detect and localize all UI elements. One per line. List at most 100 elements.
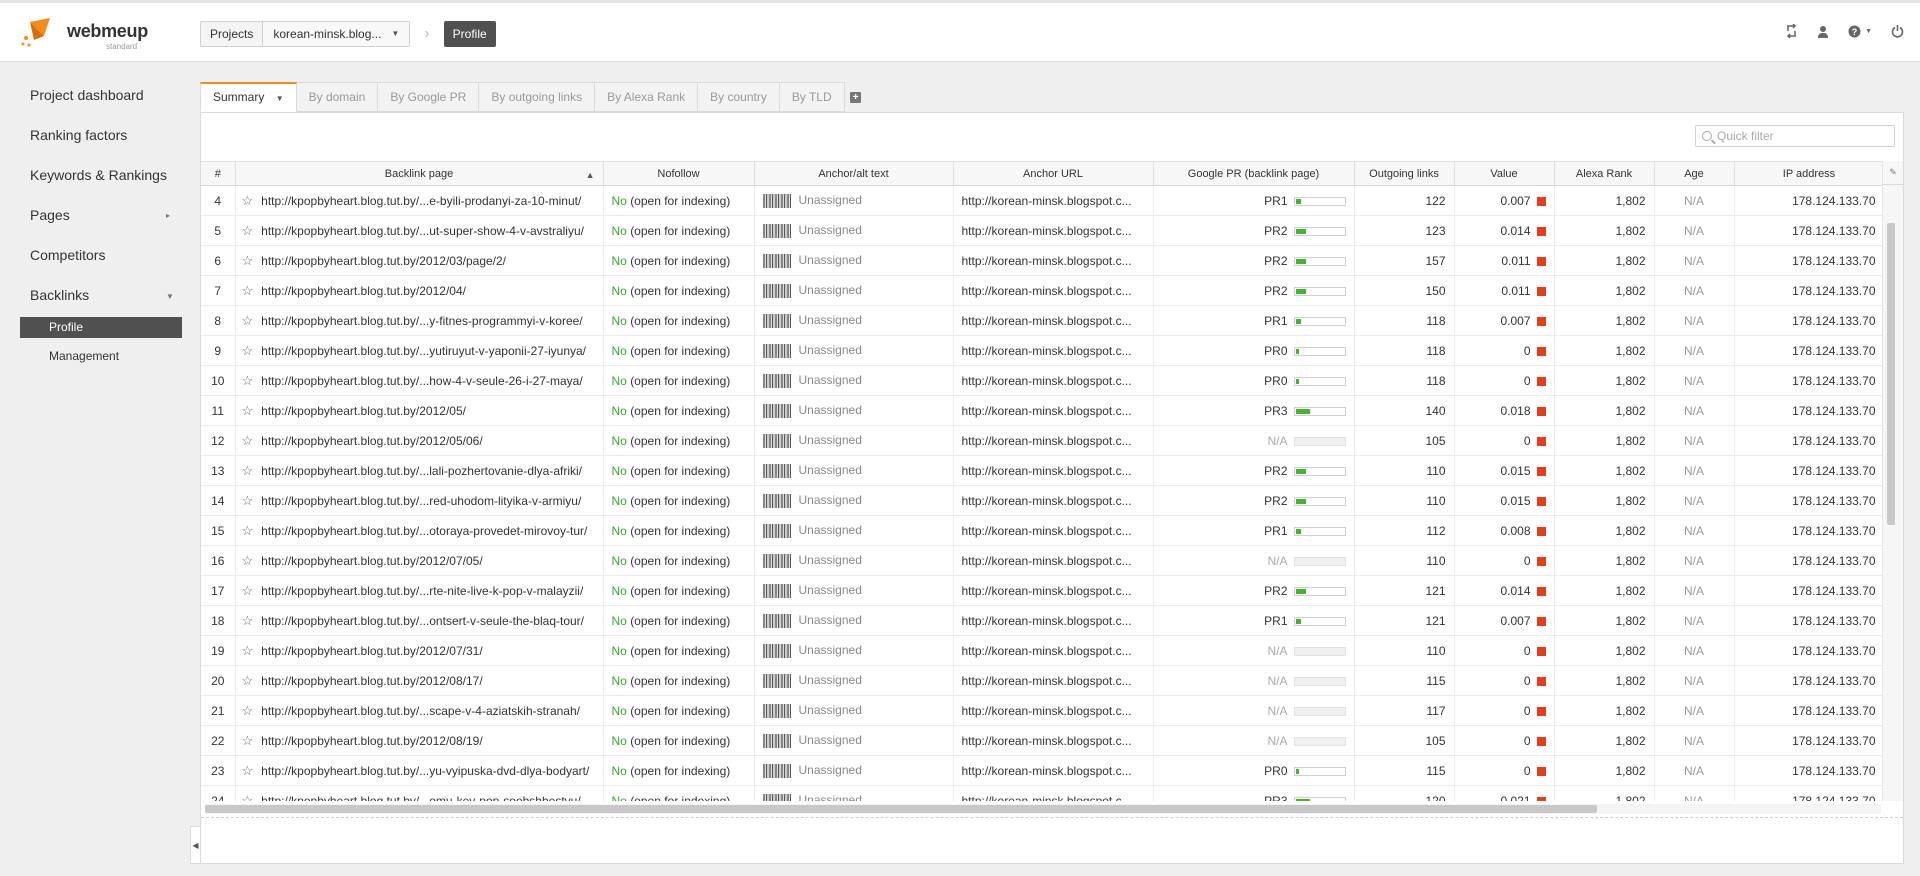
backlink-url[interactable]: http://kpopbyheart.blog.tut.by/2012/05/ xyxy=(261,404,466,418)
backlink-url[interactable]: http://kpopbyheart.blog.tut.by/2012/04/ xyxy=(261,284,466,298)
column-header-google-pr[interactable]: Google PR (backlink page) xyxy=(1153,161,1355,186)
help-menu[interactable]: ? ▼ xyxy=(1848,25,1872,38)
table-row[interactable]: 11 ☆ http://kpopbyheart.blog.tut.by/2012/0… xyxy=(201,395,1884,426)
column-header-value[interactable]: Value xyxy=(1454,161,1555,186)
column-header-alexa-rank[interactable]: Alexa Rank xyxy=(1554,161,1655,186)
star-icon[interactable]: ☆ xyxy=(242,403,254,418)
anchor-url[interactable]: http://korean-minsk.blogspot.c... xyxy=(953,605,1154,636)
sidebar-item-pages[interactable]: Pages xyxy=(30,207,70,223)
star-icon[interactable]: ☆ xyxy=(242,313,254,328)
anchor-url[interactable]: http://korean-minsk.blogspot.c... xyxy=(953,665,1154,696)
anchor-url[interactable]: http://korean-minsk.blogspot.c... xyxy=(953,395,1154,426)
anchor-url[interactable]: http://korean-minsk.blogspot.c... xyxy=(953,335,1154,366)
backlink-url[interactable]: http://kpopbyheart.blog.tut.by/2012/08/1… xyxy=(261,674,483,688)
star-icon[interactable]: ☆ xyxy=(242,643,254,658)
star-icon[interactable]: ☆ xyxy=(242,493,254,508)
table-row[interactable]: 12 ☆ http://kpopbyheart.blog.tut.by/2012/0… xyxy=(201,425,1884,456)
backlink-url[interactable]: http://kpopbyheart.blog.tut.by/...rte-ni… xyxy=(261,584,583,598)
tab-by-country[interactable]: By country xyxy=(698,82,780,112)
table-row[interactable]: 4 ☆ http://kpopbyheart.blog.tut.by/...e-by… xyxy=(201,185,1884,216)
backlink-url[interactable]: http://kpopbyheart.blog.tut.by/...how-4-… xyxy=(261,374,583,388)
table-row[interactable]: 7 ☆ http://kpopbyheart.blog.tut.by/2012/04… xyxy=(201,275,1884,306)
backlink-url[interactable]: http://kpopbyheart.blog.tut.by/...scape-… xyxy=(261,704,580,718)
star-icon[interactable]: ☆ xyxy=(242,343,254,358)
table-row[interactable]: 15 ☆ http://kpopbyheart.blog.tut.by/...oto… xyxy=(201,515,1884,546)
sidebar-item-ranking-factors[interactable]: Ranking factors xyxy=(30,127,127,143)
vertical-scrollbar-thumb[interactable] xyxy=(1887,223,1895,525)
sidebar-item-keywords-rankings[interactable]: Keywords & Rankings xyxy=(30,167,167,183)
logo[interactable]: webmeup standard xyxy=(20,18,160,52)
sidebar-subitem-profile[interactable]: Profile xyxy=(20,317,182,338)
column-header-backlink-page[interactable]: Backlink page ▲ xyxy=(235,161,604,186)
star-icon[interactable]: ☆ xyxy=(242,253,254,268)
backlink-url[interactable]: http://kpopbyheart.blog.tut.by/...yu-vyi… xyxy=(261,764,589,778)
column-header-number[interactable]: # xyxy=(201,161,236,186)
table-row[interactable]: 13 ☆ http://kpopbyheart.blog.tut.by/...lal… xyxy=(201,455,1884,486)
backlink-url[interactable]: http://kpopbyheart.blog.tut.by/...ontser… xyxy=(261,614,584,628)
column-header-anchor-url[interactable]: Anchor URL xyxy=(953,161,1154,186)
backlink-url[interactable]: http://kpopbyheart.blog.tut.by/...omu-ke… xyxy=(261,794,581,802)
sidebar-subitem-management[interactable]: Management xyxy=(49,349,119,363)
backlink-url[interactable]: http://kpopbyheart.blog.tut.by/...otoray… xyxy=(261,524,587,538)
star-icon[interactable]: ☆ xyxy=(242,673,254,688)
anchor-url[interactable]: http://korean-minsk.blogspot.c... xyxy=(953,455,1154,486)
star-icon[interactable]: ☆ xyxy=(242,583,254,598)
user-icon[interactable] xyxy=(1816,23,1830,39)
star-icon[interactable]: ☆ xyxy=(242,763,254,778)
tab-by-tld[interactable]: By TLD xyxy=(779,82,845,112)
anchor-url[interactable]: http://korean-minsk.blogspot.c... xyxy=(953,215,1154,246)
sidebar-item-project-dashboard[interactable]: Project dashboard xyxy=(30,87,144,103)
star-icon[interactable]: ☆ xyxy=(242,703,254,718)
anchor-url[interactable]: http://korean-minsk.blogspot.c... xyxy=(953,275,1154,306)
backlink-url[interactable]: http://kpopbyheart.blog.tut.by/2012/07/0… xyxy=(261,554,483,568)
table-row[interactable]: 19 ☆ http://kpopbyheart.blog.tut.by/2012/0… xyxy=(201,635,1884,666)
table-row[interactable]: 22 ☆ http://kpopbyheart.blog.tut.by/2012/0… xyxy=(201,725,1884,756)
anchor-url[interactable]: http://korean-minsk.blogspot.c... xyxy=(953,785,1154,801)
table-row[interactable]: 21 ☆ http://kpopbyheart.blog.tut.by/...sca… xyxy=(201,695,1884,726)
backlink-url[interactable]: http://kpopbyheart.blog.tut.by/...e-byil… xyxy=(261,194,581,208)
column-header-outgoing-links[interactable]: Outgoing links xyxy=(1354,161,1455,186)
star-icon[interactable]: ☆ xyxy=(242,613,254,628)
anchor-url[interactable]: http://korean-minsk.blogspot.c... xyxy=(953,245,1154,276)
sidebar-item-backlinks[interactable]: Backlinks xyxy=(30,287,89,303)
table-row[interactable]: 10 ☆ http://kpopbyheart.blog.tut.by/...how… xyxy=(201,365,1884,396)
sidebar-item-competitors[interactable]: Competitors xyxy=(30,247,105,263)
star-icon[interactable]: ☆ xyxy=(242,193,254,208)
star-icon[interactable]: ☆ xyxy=(242,283,254,298)
star-icon[interactable]: ☆ xyxy=(242,793,254,802)
table-row[interactable]: 6 ☆ http://kpopbyheart.blog.tut.by/2012/03… xyxy=(201,245,1884,276)
anchor-url[interactable]: http://korean-minsk.blogspot.c... xyxy=(953,185,1154,216)
table-row[interactable]: 17 ☆ http://kpopbyheart.blog.tut.by/...rte… xyxy=(201,575,1884,606)
tab-by-alexa-rank[interactable]: By Alexa Rank xyxy=(595,82,699,112)
backlink-url[interactable]: http://kpopbyheart.blog.tut.by/...yutiru… xyxy=(261,344,586,358)
projects-link[interactable]: Projects xyxy=(201,22,264,46)
backlink-url[interactable]: http://kpopbyheart.blog.tut.by/...ut-sup… xyxy=(261,224,584,238)
table-row[interactable]: 18 ☆ http://kpopbyheart.blog.tut.by/...ont… xyxy=(201,605,1884,636)
anchor-url[interactable]: http://korean-minsk.blogspot.c... xyxy=(953,425,1154,456)
backlink-url[interactable]: http://kpopbyheart.blog.tut.by/2012/03/p… xyxy=(261,254,506,268)
backlink-url[interactable]: http://kpopbyheart.blog.tut.by/...y-fitn… xyxy=(261,314,582,328)
anchor-url[interactable]: http://korean-minsk.blogspot.c... xyxy=(953,635,1154,666)
backlink-url[interactable]: http://kpopbyheart.blog.tut.by/2012/08/1… xyxy=(261,734,483,748)
power-icon[interactable] xyxy=(1890,23,1904,39)
star-icon[interactable]: ☆ xyxy=(242,463,254,478)
add-tab-button[interactable]: + xyxy=(845,82,867,112)
star-icon[interactable]: ☆ xyxy=(242,733,254,748)
backlink-url[interactable]: http://kpopbyheart.blog.tut.by/...red-uh… xyxy=(261,494,581,508)
table-row[interactable]: 5 ☆ http://kpopbyheart.blog.tut.by/...ut-s… xyxy=(201,215,1884,246)
anchor-url[interactable]: http://korean-minsk.blogspot.c... xyxy=(953,725,1154,756)
column-header-age[interactable]: Age xyxy=(1654,161,1735,186)
anchor-url[interactable]: http://korean-minsk.blogspot.c... xyxy=(953,305,1154,336)
sidebar-collapse-handle[interactable]: ◀ xyxy=(190,826,200,864)
column-header-anchor-alt-text[interactable]: Anchor/alt text xyxy=(754,161,954,186)
tab-by-google-pr[interactable]: By Google PR xyxy=(378,82,480,112)
backlink-url[interactable]: http://kpopbyheart.blog.tut.by/2012/05/0… xyxy=(261,434,483,448)
table-row[interactable]: 8 ☆ http://kpopbyheart.blog.tut.by/...y-fi… xyxy=(201,305,1884,336)
horizontal-scrollbar[interactable] xyxy=(205,804,1881,814)
star-icon[interactable]: ☆ xyxy=(242,523,254,538)
tab-by-outgoing-links[interactable]: By outgoing links xyxy=(479,82,596,112)
column-header-ip-address[interactable]: IP address xyxy=(1734,161,1884,186)
table-row[interactable]: 14 ☆ http://kpopbyheart.blog.tut.by/...red… xyxy=(201,485,1884,516)
tab-summary[interactable]: Summary ▼ xyxy=(200,82,297,112)
table-row[interactable]: 20 ☆ http://kpopbyheart.blog.tut.by/2012/0… xyxy=(201,665,1884,696)
